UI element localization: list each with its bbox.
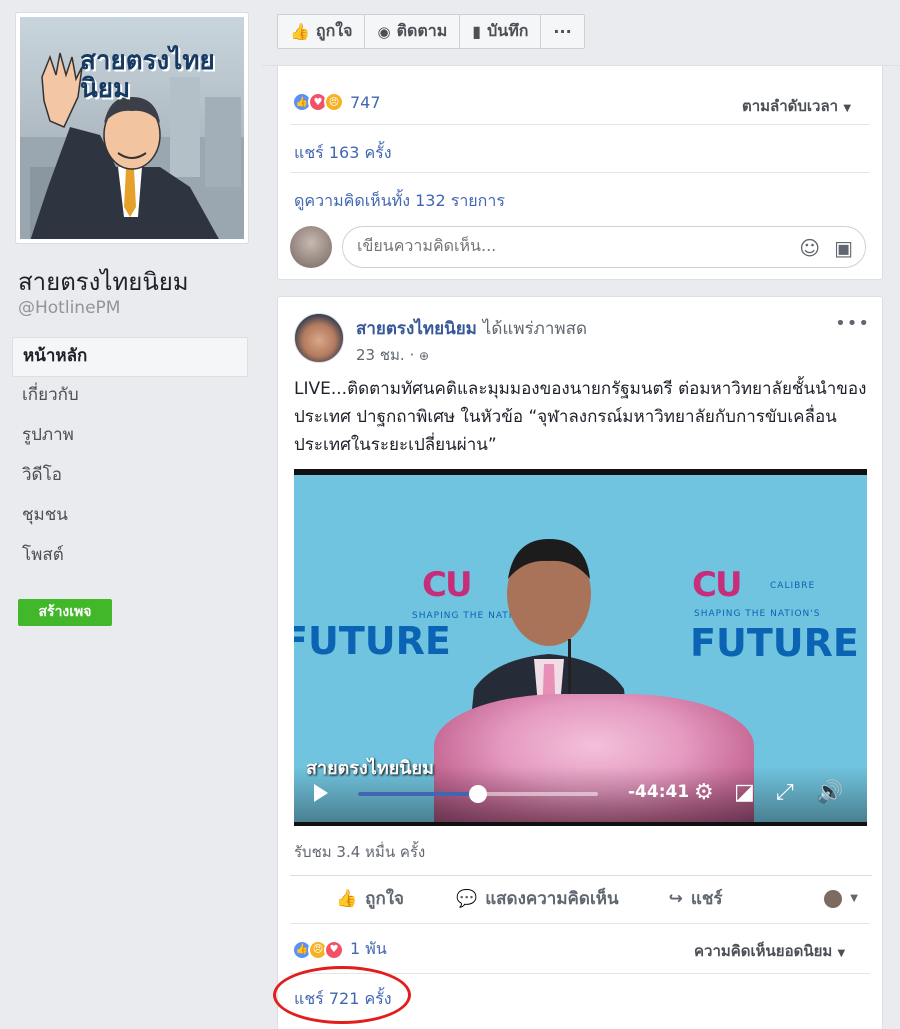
love-reaction-icon: ♥ [324, 939, 344, 960]
time-remaining: -44:41 [628, 782, 690, 802]
nav-item-home[interactable]: หน้าหลัก [12, 337, 248, 377]
comment-box-icons: ☺ ▣ [799, 236, 853, 260]
post-options-icon[interactable]: ••• [835, 313, 870, 334]
share-count-link[interactable]: แชร์ 163 ครั้ง [294, 141, 392, 166]
caret-down-icon: ▼ [843, 103, 852, 114]
like-post-button[interactable]: 👍 ถูกใจ [336, 885, 404, 912]
post-author-avatar[interactable] [294, 313, 344, 363]
sort-label: ความคิดเห็นยอดนิยม [694, 942, 833, 960]
thumbs-up-outline-icon: 👍 [336, 888, 358, 909]
post-as-selector[interactable]: ▼ [824, 889, 858, 908]
reaction-summary[interactable]: 👍 ♥ 😠 747 [292, 92, 381, 112]
video-letterbox-top [294, 469, 867, 475]
caret-down-icon: ▼ [850, 893, 858, 904]
video-letterbox-bottom [294, 822, 867, 826]
picture-in-picture-icon[interactable]: ◪ [734, 780, 755, 805]
comment-input[interactable] [357, 236, 777, 255]
like-post-label: ถูกใจ [365, 889, 405, 909]
reaction-count: 1 พัน [350, 939, 387, 958]
divider [290, 124, 870, 125]
create-page-button[interactable]: สร้างเพจ [18, 599, 112, 626]
comment-post-label: แสดงความคิดเห็น [485, 889, 619, 909]
sticker-icon[interactable]: ▣ [834, 236, 853, 260]
emoji-icon[interactable]: ☺ [799, 236, 820, 260]
post-text: LIVE...ติดตามทัศนคติและมุมมองของนายกรัฐม… [294, 379, 867, 455]
globe-icon: ⊕ [419, 349, 430, 363]
view-comments-link[interactable]: ดูความคิดเห็นทั้ง 132 รายการ [294, 189, 505, 214]
page-action-bar: 👍 ถูกใจ ◉ ติดตาม ▮ บันทึก ··· [277, 14, 585, 49]
play-icon[interactable] [314, 784, 328, 802]
nav-item-community[interactable]: ชุมชน [12, 497, 248, 537]
follow-page-button[interactable]: ◉ ติดตาม [365, 15, 461, 48]
nav-item-posts[interactable]: โพสต์ [12, 537, 248, 577]
comment-sort-dropdown[interactable]: ตามลำดับเวลา ▼ [742, 94, 851, 118]
thumbs-up-icon: 👍 [290, 22, 310, 41]
bookmark-icon: ▮ [472, 22, 482, 41]
follow-page-label: ติดตาม [396, 21, 448, 40]
view-count: รับชม 3.4 หมื่น ครั้ง [294, 843, 426, 861]
progress-fill [358, 792, 478, 796]
main-column: 👍 ถูกใจ ◉ ติดตาม ▮ บันทึก ··· 👍 ♥ 😠 747 … [262, 0, 900, 1029]
page-nav: หน้าหลัก เกี่ยวกับ รูปภาพ วิดีโอ ชุมชน โ… [12, 337, 248, 577]
speech-bubble-icon: 💬 [456, 888, 478, 909]
rss-icon: ◉ [377, 22, 391, 41]
reaction-summary[interactable]: 👍 😠 ♥ 1 พัน [292, 937, 387, 962]
divider [290, 923, 870, 924]
comment-box[interactable]: ☺ ▣ [342, 226, 866, 268]
like-page-button[interactable]: 👍 ถูกใจ [278, 15, 366, 48]
fullscreen-icon[interactable]: ⤢ [776, 780, 794, 805]
page-handle[interactable]: @HotlinePM [18, 298, 120, 318]
post-action-row: 👍 ถูกใจ 💬 แสดงความคิดเห็น ↪ แชร์ ▼ [290, 875, 872, 921]
left-sidebar: สายตรงไทยนิยม สายตรงไทยนิยม @HotlinePM ห… [0, 0, 262, 1029]
save-page-label: บันทึก [487, 21, 529, 40]
post-card-previous: 👍 ♥ 😠 747 ตามลำดับเวลา ▼ แชร์ 163 ครั้ง … [277, 66, 883, 280]
profile-picture-artwork: สายตรงไทยนิยม [20, 17, 244, 239]
sort-label: ตามลำดับเวลา [742, 97, 839, 115]
cu-logo-right: CU [692, 565, 743, 605]
nav-item-photos[interactable]: รูปภาพ [12, 417, 248, 457]
page-profile-picture[interactable]: สายตรงไทยนิยม [15, 12, 249, 244]
share-post-label: แชร์ [690, 889, 723, 909]
page-title[interactable]: สายตรงไทยนิยม [18, 262, 189, 301]
share-arrow-icon: ↪ [668, 888, 683, 909]
comment-post-button[interactable]: 💬 แสดงความคิดเห็น [456, 885, 619, 912]
caret-down-icon: ▼ [837, 948, 846, 959]
comment-sort-dropdown[interactable]: ความคิดเห็นยอดนิยม ▼ [694, 939, 845, 963]
save-page-button[interactable]: ▮ บันทึก [460, 15, 542, 48]
post-author-line: สายตรงไทยนิยม ได้แพร่ภาพสด [356, 315, 587, 342]
banner-future-right: FUTURE [690, 621, 859, 665]
more-options-button[interactable]: ··· [541, 15, 583, 48]
user-avatar[interactable] [290, 226, 332, 268]
settings-gear-icon[interactable]: ⚙ [694, 780, 714, 805]
divider [290, 172, 870, 173]
banner-calibre: CALIBRE [770, 581, 816, 591]
nav-item-about[interactable]: เกี่ยวกับ [12, 377, 248, 417]
progress-knob[interactable] [469, 785, 487, 803]
video-progress-bar[interactable] [358, 785, 598, 803]
post-author-action: ได้แพร่ภาพสด [482, 319, 588, 339]
post-timestamp[interactable]: 23 ชม. · ⊕ [356, 343, 429, 367]
timestamp-text: 23 ชม. · [356, 346, 415, 364]
nav-item-videos[interactable]: วิดีโอ [12, 457, 248, 497]
reaction-count: 747 [350, 92, 381, 112]
video-controls: -44:41 ⚙ ◪ ⤢ 🔊 [294, 766, 867, 822]
share-post-button[interactable]: ↪ แชร์ [669, 885, 723, 912]
post-author-link[interactable]: สายตรงไทยนิยม [356, 319, 477, 339]
highlight-annotation [273, 966, 411, 1024]
like-page-label: ถูกใจ [315, 21, 353, 40]
banner-future-left: FUTURE [294, 619, 451, 663]
angry-reaction-icon: 😠 [324, 92, 344, 112]
banner-small-right: SHAPING THE NATION'S [694, 609, 821, 619]
avatar [824, 889, 843, 908]
volume-icon[interactable]: 🔊 [816, 780, 843, 805]
video-player[interactable]: CU SHAPING THE NATION'S FUTURE CU CALIBR… [294, 469, 867, 826]
post-card-live: สายตรงไทยนิยม ได้แพร่ภาพสด 23 ชม. · ⊕ ••… [277, 296, 883, 1029]
logo-title: สายตรงไทยนิยม [80, 46, 215, 104]
